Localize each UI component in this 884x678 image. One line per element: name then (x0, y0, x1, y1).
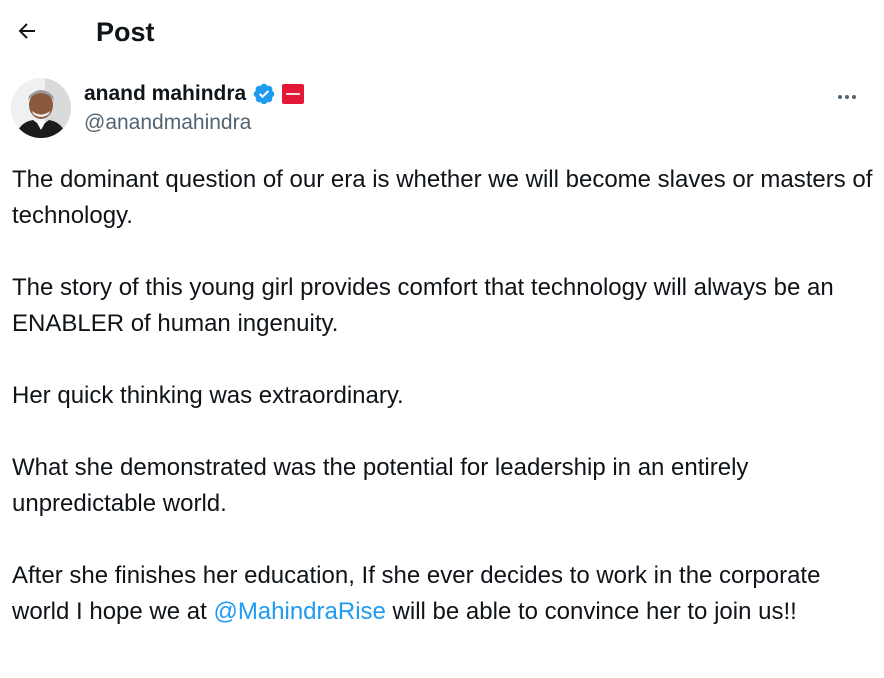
arrow-left-icon (18, 23, 35, 39)
back-button[interactable] (10, 14, 44, 48)
tweet-paragraph: The story of this young girl provides co… (12, 274, 834, 337)
post-header: Post (0, 0, 884, 66)
tweet-paragraph: The dominant question of our era is whet… (12, 166, 873, 229)
tweet-paragraph: What she demonstrated was the potential … (12, 454, 749, 517)
more-options-icon (838, 95, 856, 99)
tweet-text-segment: will be able to convince her to join us!… (385, 598, 797, 625)
verified-badge-icon[interactable] (252, 82, 276, 106)
tweet-paragraph: Her quick thinking was extraordinary. (12, 382, 404, 409)
display-name[interactable]: anand mahindra (84, 80, 246, 108)
name-line: anand mahindra (84, 80, 305, 108)
tweet-text: The dominant question of our era is whet… (12, 162, 874, 630)
avatar-image (11, 78, 71, 138)
mahindra-affiliate-badge-icon[interactable] (282, 84, 305, 104)
page-title: Post (96, 17, 155, 47)
tweet-paragraph-last: After she finishes her education, If she… (12, 558, 874, 630)
author-row: anand mahindra @anandmahindra (0, 76, 884, 140)
avatar[interactable] (11, 78, 71, 138)
mention-link[interactable]: @MahindraRise (213, 598, 385, 625)
user-handle[interactable]: @anandmahindra (84, 109, 251, 137)
more-options-button[interactable] (830, 80, 864, 114)
